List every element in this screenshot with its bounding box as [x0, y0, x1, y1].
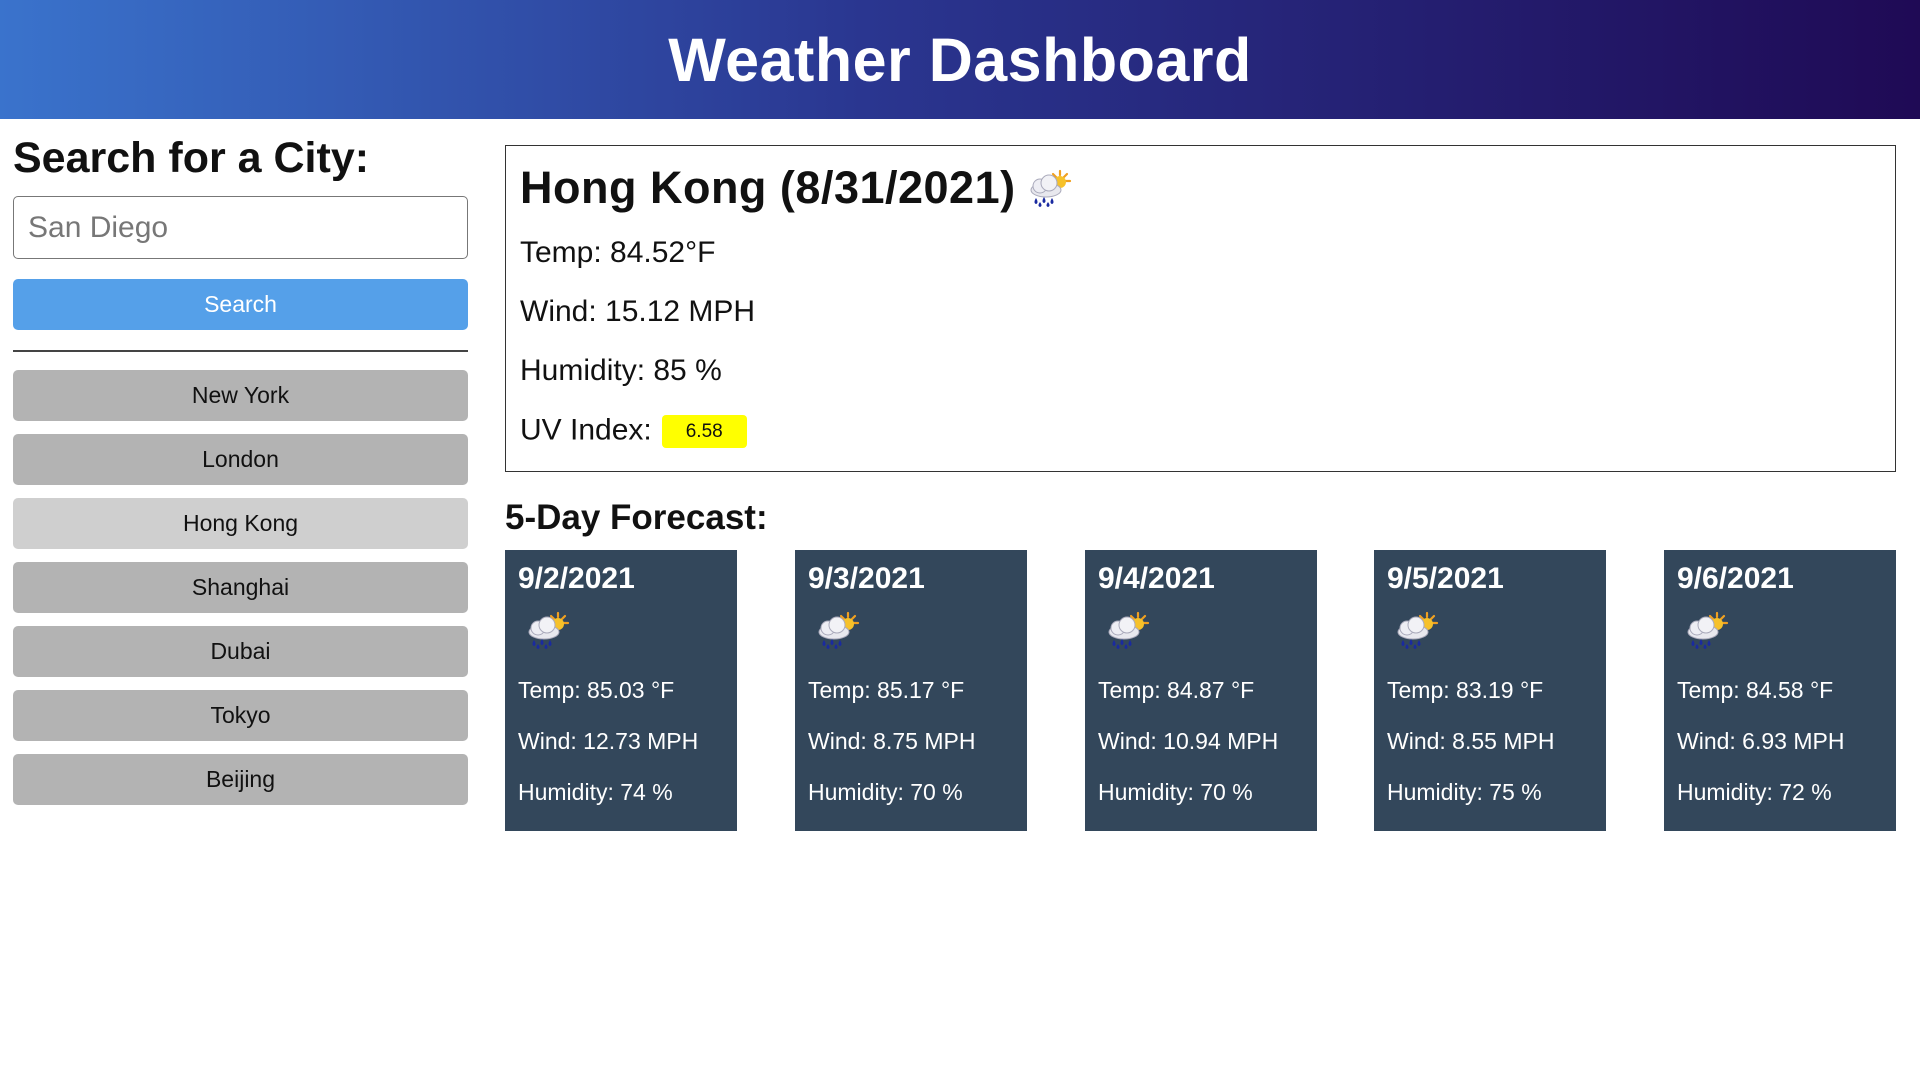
history-city-shanghai[interactable]: Shanghai	[13, 562, 468, 613]
forecast-date: 9/2/2021	[518, 562, 635, 595]
forecast-card: 9/5/2021 Temp: 83.19 °F Wind: 8.55 MPH H…	[1374, 550, 1606, 831]
forecast-date: 9/5/2021	[1387, 562, 1504, 595]
forecast-heading: 5-Day Forecast:	[505, 498, 768, 537]
forecast-temp: Temp: 85.03 °F	[518, 677, 675, 703]
search-sidebar: Search for a City: Search New York Londo…	[13, 132, 468, 818]
forecast-card: 9/3/2021 Temp: 85.17 °F Wind: 8.75 MPH H…	[795, 550, 1027, 831]
forecast-temp: Temp: 85.17 °F	[808, 677, 965, 703]
app-header: Weather Dashboard	[0, 0, 1920, 119]
rain-sun-cloud-icon	[1104, 610, 1150, 655]
rain-sun-cloud-icon	[1026, 168, 1072, 213]
history-city-tokyo[interactable]: Tokyo	[13, 690, 468, 741]
forecast-date: 9/3/2021	[808, 562, 925, 595]
forecast-card: 9/6/2021 Temp: 84.58 °F Wind: 6.93 MPH H…	[1664, 550, 1896, 831]
forecast-wind: Wind: 12.73 MPH	[518, 728, 699, 754]
forecast-humidity: Humidity: 74 %	[518, 779, 673, 805]
forecast-temp: Temp: 83.19 °F	[1387, 677, 1544, 703]
current-title-row: Hong Kong (8/31/2021)	[520, 160, 1881, 216]
history-city-hong-kong[interactable]: Hong Kong	[13, 498, 468, 549]
forecast-humidity: Humidity: 70 %	[1098, 779, 1253, 805]
uv-index-label: UV Index:	[520, 413, 652, 447]
current-city-title: Hong Kong (8/31/2021)	[520, 162, 1016, 213]
forecast-humidity: Humidity: 70 %	[808, 779, 963, 805]
forecast-humidity: Humidity: 75 %	[1387, 779, 1542, 805]
forecast-date: 9/4/2021	[1098, 562, 1215, 595]
forecast-humidity: Humidity: 72 %	[1677, 779, 1832, 805]
history-city-beijing[interactable]: Beijing	[13, 754, 468, 805]
history-city-london[interactable]: London	[13, 434, 468, 485]
forecast-card: 9/2/2021 Temp: 85.03 °F Wind: 12.73 MPH …	[505, 550, 737, 831]
rain-sun-cloud-icon	[1393, 610, 1439, 655]
history-city-new-york[interactable]: New York	[13, 370, 468, 421]
current-uv-row: UV Index: 6.58	[520, 415, 1881, 448]
forecast-wind: Wind: 8.55 MPH	[1387, 728, 1555, 754]
forecast-temp: Temp: 84.87 °F	[1098, 677, 1255, 703]
forecast-cards: 9/2/2021 Temp: 85.03 °F Wind: 12.73 MPH …	[505, 550, 1896, 831]
rain-sun-cloud-icon	[814, 610, 860, 655]
current-wind: Wind: 15.12 MPH	[520, 295, 756, 328]
search-heading: Search for a City:	[13, 134, 370, 182]
history-city-dubai[interactable]: Dubai	[13, 626, 468, 677]
city-search-input[interactable]	[13, 196, 468, 259]
forecast-wind: Wind: 6.93 MPH	[1677, 728, 1845, 754]
forecast-card: 9/4/2021 Temp: 84.87 °F Wind: 10.94 MPH …	[1085, 550, 1317, 831]
forecast-wind: Wind: 8.75 MPH	[808, 728, 976, 754]
rain-sun-cloud-icon	[524, 610, 570, 655]
rain-sun-cloud-icon	[1683, 610, 1729, 655]
current-humidity: Humidity: 85 %	[520, 354, 722, 387]
current-temp: Temp: 84.52°F	[520, 236, 716, 269]
current-weather-panel: Hong Kong (8/31/2021) Temp: 84.52°F Wind…	[505, 145, 1896, 472]
forecast-date: 9/6/2021	[1677, 562, 1794, 595]
app-title: Weather Dashboard	[668, 25, 1252, 94]
sidebar-divider	[13, 350, 468, 352]
search-button[interactable]: Search	[13, 279, 468, 330]
forecast-wind: Wind: 10.94 MPH	[1098, 728, 1279, 754]
uv-index-badge: 6.58	[661, 415, 747, 448]
forecast-temp: Temp: 84.58 °F	[1677, 677, 1834, 703]
search-history-list: New York London Hong Kong Shanghai Dubai…	[13, 370, 468, 805]
